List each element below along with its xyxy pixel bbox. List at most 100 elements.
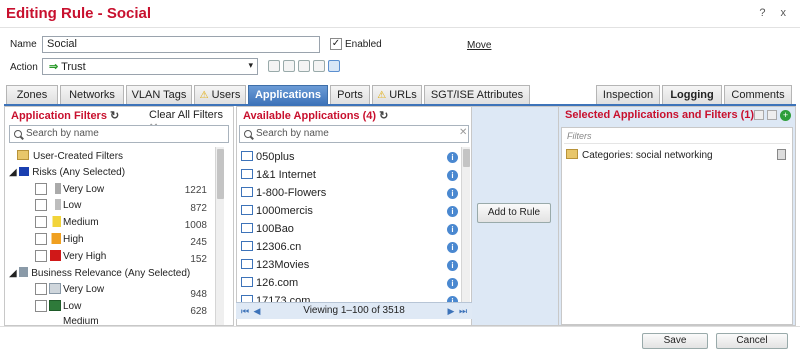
app-item[interactable]: 12306.cn [241, 241, 301, 253]
action-value: Trust [61, 61, 86, 73]
info-icon[interactable]: i [447, 260, 458, 271]
app-icon [241, 277, 253, 287]
tab-networks[interactable]: Networks [60, 85, 124, 105]
title-bar-icons: ? x [759, 7, 792, 19]
tab-comments[interactable]: Comments [724, 85, 792, 105]
selected-item[interactable]: Categories: social networking [566, 149, 713, 161]
risk-very-high-checkbox[interactable] [35, 250, 47, 262]
application-filters-panel: Application Filters ↻ Clear All Filters … [4, 106, 234, 326]
tab-zones[interactable]: Zones [6, 85, 58, 105]
filters-title: Application Filters ↻ [11, 110, 120, 122]
business-relevance-header[interactable]: ◢ Business Relevance (Any Selected) [9, 267, 190, 279]
risk-very-low-checkbox[interactable] [35, 183, 47, 195]
folder-icon[interactable] [313, 60, 325, 72]
business-very-low-count: 948 [190, 289, 207, 300]
risk-medium-checkbox[interactable] [35, 216, 47, 228]
next-page-icon[interactable]: ▶ [446, 306, 456, 316]
tab-ports[interactable]: Ports [330, 85, 370, 105]
app-item[interactable]: 100Bao [241, 223, 294, 235]
move-link[interactable]: Move [467, 40, 491, 51]
app-item[interactable]: 126.com [241, 277, 298, 289]
tab-applications[interactable]: Applications [248, 85, 328, 105]
scroll-thumb [217, 149, 224, 199]
refresh-icon[interactable]: ↻ [110, 110, 119, 122]
user-created-filters[interactable]: User-Created Filters [17, 150, 123, 162]
add-icon[interactable]: + [780, 110, 791, 121]
shield-icon[interactable] [268, 60, 280, 72]
info-icon[interactable]: i [447, 224, 458, 235]
trash-icon[interactable] [777, 149, 786, 160]
apps-scrollbar[interactable] [461, 147, 470, 303]
info-icon[interactable]: i [447, 206, 458, 217]
tab-users[interactable]: ⚠ Users [194, 85, 246, 105]
last-page-icon[interactable]: ⏭ [458, 306, 468, 316]
apps-pager: ⏮ ◀ Viewing 1–100 of 3518 ▶ ⏭ [236, 302, 472, 319]
risk-very-high-count: 152 [190, 254, 207, 265]
tab-sgt-ise-attributes[interactable]: SGT/ISE Attributes [424, 85, 530, 105]
app-item[interactable]: 1-800-Flowers [241, 187, 326, 199]
action-select[interactable]: ⇒ Trust ▾ [42, 58, 258, 75]
risk-high-checkbox[interactable] [35, 233, 47, 245]
file-icon[interactable] [328, 60, 340, 72]
clear-search-icon[interactable]: ✕ [459, 127, 467, 138]
bar-icon [49, 183, 61, 194]
edit-icon[interactable] [754, 110, 764, 120]
user-icon[interactable] [298, 60, 310, 72]
app-item[interactable]: 123Movies [241, 259, 309, 271]
chevron-down-icon: ▾ [248, 60, 253, 70]
first-page-icon[interactable]: ⏮ [240, 306, 250, 316]
selected-title: Selected Applications and Filters (1) [565, 109, 755, 121]
help-icon[interactable]: ? [759, 7, 771, 19]
selected-toolbar: + [754, 110, 791, 121]
title-bar: Editing Rule - Social ? x [0, 0, 800, 28]
info-icon[interactable]: i [447, 188, 458, 199]
risk-very-low: Very Low [63, 184, 105, 195]
clear-all-filters[interactable]: Clear All Filters ✕ [143, 107, 233, 134]
prev-page-icon[interactable]: ◀ [252, 306, 262, 316]
action-options-icons [268, 60, 340, 72]
save-button[interactable]: Save [642, 333, 708, 349]
tab-inspection[interactable]: Inspection [596, 85, 660, 105]
info-icon[interactable]: i [447, 278, 458, 289]
risk-very-high: Very High [63, 251, 107, 262]
info-icon[interactable]: i [447, 152, 458, 163]
name-field[interactable]: Social [42, 36, 320, 53]
app-item[interactable]: 1000mercis [241, 205, 313, 217]
document-icon[interactable] [283, 60, 295, 72]
scroll-thumb [463, 149, 470, 167]
enabled-checkbox[interactable]: ✓ [330, 38, 342, 50]
folder-icon [17, 150, 29, 160]
business-very-low-checkbox[interactable] [35, 283, 47, 295]
app-icon [241, 151, 253, 161]
risks-header[interactable]: ◢ Risks (Any Selected) [9, 167, 125, 178]
apps-search-input[interactable]: Search by name [239, 125, 469, 143]
bar-icon [49, 250, 61, 261]
filters-scrollbar[interactable] [215, 147, 224, 325]
business-medium: Medium [63, 317, 99, 325]
copy-icon[interactable] [767, 110, 777, 120]
tab-logging[interactable]: Logging [662, 85, 722, 105]
info-icon[interactable]: i [447, 170, 458, 181]
app-item[interactable]: 050plus [241, 151, 295, 163]
close-icon[interactable]: x [781, 7, 793, 19]
bar-icon [49, 216, 61, 227]
bar-icon [49, 233, 61, 244]
cancel-button[interactable]: Cancel [716, 333, 788, 349]
tab-bar: Zones Networks VLAN Tags ⚠ Users Applicat… [6, 85, 796, 105]
business-icon [49, 300, 61, 311]
refresh-icon[interactable]: ↻ [379, 110, 388, 122]
risk-bar-icon [19, 167, 30, 176]
pager-text: Viewing 1–100 of 3518 [303, 305, 405, 316]
risk-low-checkbox[interactable] [35, 199, 47, 211]
info-icon[interactable]: i [447, 242, 458, 253]
tab-urls[interactable]: ⚠ URLs [372, 85, 422, 105]
filters-input[interactable]: Filters [564, 130, 790, 144]
app-item[interactable]: 1&1 Internet [241, 169, 316, 181]
warning-icon: ⚠ [199, 90, 209, 101]
add-to-rule-button[interactable]: Add to Rule [477, 203, 551, 223]
business-low-checkbox[interactable] [35, 300, 47, 312]
app-icon [241, 223, 253, 233]
tab-vlan-tags[interactable]: VLAN Tags [126, 85, 192, 105]
app-icon [241, 241, 253, 251]
filters-search-input[interactable]: Search by name [9, 125, 229, 143]
